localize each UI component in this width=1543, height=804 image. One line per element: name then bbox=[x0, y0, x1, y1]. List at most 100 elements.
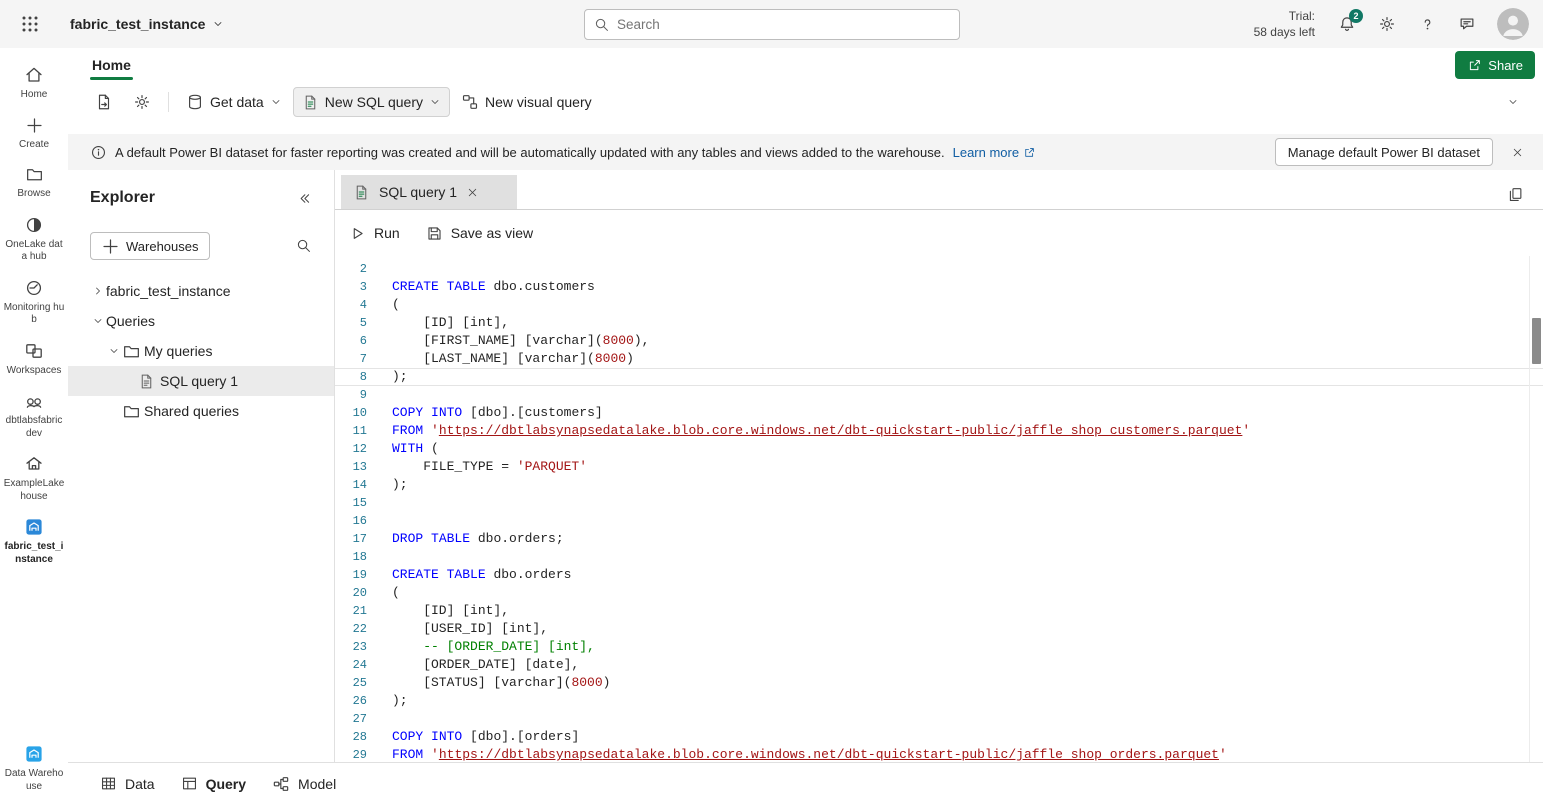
tree-item-shared-queries[interactable]: Shared queries bbox=[68, 396, 334, 426]
help-button[interactable] bbox=[1411, 8, 1443, 40]
explorer-collapse-button[interactable] bbox=[288, 182, 320, 214]
new-sql-query-button[interactable]: New SQL query bbox=[293, 87, 450, 117]
code-line-22[interactable]: 22 [USER_ID] [int], bbox=[335, 620, 1543, 638]
search-icon bbox=[594, 17, 610, 33]
new-visual-query-label: New visual query bbox=[485, 94, 592, 110]
rail-item-monitoring-hub[interactable]: Monitoring hub bbox=[1, 271, 67, 334]
folder-icon bbox=[122, 402, 144, 421]
settings-button[interactable] bbox=[1371, 8, 1403, 40]
code-line-19[interactable]: 19CREATE TABLE dbo.orders bbox=[335, 566, 1543, 584]
manage-dataset-button[interactable]: Manage default Power BI dataset bbox=[1275, 138, 1493, 166]
rail-item-onelake-data-hub[interactable]: OneLake data hub bbox=[1, 208, 67, 271]
tab-sql-query-1[interactable]: SQL query 1 bbox=[341, 175, 517, 209]
line-number: 5 bbox=[335, 314, 367, 332]
rail-item-label: fabric_test_instance bbox=[3, 541, 65, 566]
search-box[interactable] bbox=[584, 9, 960, 40]
rail-item-fabric-test-instance[interactable]: fabric_test_instance bbox=[1, 510, 67, 573]
app-launcher-button[interactable] bbox=[14, 8, 46, 40]
save-as-view-button[interactable]: Save as view bbox=[426, 225, 533, 242]
code-line-10[interactable]: 10COPY INTO [dbo].[customers] bbox=[335, 404, 1543, 422]
code-editor[interactable]: 23CREATE TABLE dbo.customers4(5 [ID] [in… bbox=[335, 256, 1543, 762]
code-line-18[interactable]: 18 bbox=[335, 548, 1543, 566]
bottom-tab-query[interactable]: Query bbox=[181, 775, 246, 792]
tree-item-fabric-test-instance[interactable]: fabric_test_instance bbox=[68, 276, 334, 306]
code-line-2[interactable]: 2 bbox=[335, 260, 1543, 278]
new-query-shortcut-button[interactable] bbox=[86, 87, 122, 117]
chevron-down-icon[interactable] bbox=[106, 345, 122, 357]
search-input[interactable] bbox=[617, 17, 950, 32]
code-line-14[interactable]: 14); bbox=[335, 476, 1543, 494]
bottom-tab-data[interactable]: Data bbox=[100, 775, 155, 792]
duplicate-tab-button[interactable] bbox=[1499, 178, 1531, 210]
query-editor-area: SQL query 1 Run bbox=[335, 170, 1543, 762]
editor-scrollbar[interactable] bbox=[1529, 256, 1543, 762]
code-text: ( bbox=[392, 584, 400, 602]
code-text: [ORDER_DATE] [date], bbox=[392, 656, 579, 674]
code-line-24[interactable]: 24 [ORDER_DATE] [date], bbox=[335, 656, 1543, 674]
rail-item-label: Data Warehouse bbox=[3, 768, 65, 793]
code-line-8[interactable]: 8); bbox=[335, 368, 1543, 386]
get-data-button[interactable]: Get data bbox=[177, 87, 291, 117]
share-button[interactable]: Share bbox=[1455, 51, 1535, 79]
rail-item-create[interactable]: Create bbox=[1, 109, 67, 159]
scrollbar-thumb[interactable] bbox=[1532, 318, 1541, 364]
tree-item-sql-query-1[interactable]: SQL query 1 bbox=[68, 366, 334, 396]
feedback-button[interactable] bbox=[1451, 8, 1483, 40]
new-visual-query-button[interactable]: New visual query bbox=[452, 87, 601, 117]
code-line-12[interactable]: 12WITH ( bbox=[335, 440, 1543, 458]
document-new-icon bbox=[95, 93, 113, 111]
warehouse-settings-button[interactable] bbox=[124, 87, 160, 117]
code-line-9[interactable]: 9 bbox=[335, 386, 1543, 404]
workspace-title[interactable]: fabric_test_instance bbox=[70, 16, 224, 32]
tree-item-my-queries[interactable]: My queries bbox=[68, 336, 334, 366]
line-number: 29 bbox=[335, 746, 367, 762]
code-line-11[interactable]: 11FROM 'https://dbtlabsynapsedatalake.bl… bbox=[335, 422, 1543, 440]
code-line-16[interactable]: 16 bbox=[335, 512, 1543, 530]
code-text: ); bbox=[392, 476, 408, 494]
code-line-21[interactable]: 21 [ID] [int], bbox=[335, 602, 1543, 620]
code-line-6[interactable]: 6 [FIRST_NAME] [varchar](8000), bbox=[335, 332, 1543, 350]
code-line-3[interactable]: 3CREATE TABLE dbo.customers bbox=[335, 278, 1543, 296]
code-line-5[interactable]: 5 [ID] [int], bbox=[335, 314, 1543, 332]
code-line-23[interactable]: 23 -- [ORDER_DATE] [int], bbox=[335, 638, 1543, 656]
line-number: 18 bbox=[335, 548, 367, 566]
run-button[interactable]: Run bbox=[349, 225, 400, 242]
rail-item-browse[interactable]: Browse bbox=[1, 158, 67, 208]
notifications-button[interactable]: 2 bbox=[1331, 8, 1363, 40]
rail-item-dbtlabsfabricdev[interactable]: dbtlabsfabricdev bbox=[1, 384, 67, 447]
avatar[interactable] bbox=[1497, 8, 1529, 40]
chevron-right-icon[interactable] bbox=[90, 285, 106, 297]
code-line-26[interactable]: 26); bbox=[335, 692, 1543, 710]
rail-item-examplelakehouse[interactable]: ExampleLakehouse bbox=[1, 447, 67, 510]
code-line-27[interactable]: 27 bbox=[335, 710, 1543, 728]
code-line-4[interactable]: 4( bbox=[335, 296, 1543, 314]
banner-wrap: A default Power BI dataset for faster re… bbox=[68, 122, 1543, 170]
sql-document-icon bbox=[353, 184, 370, 201]
close-tab-icon[interactable] bbox=[466, 186, 479, 199]
ribbon-collapse-button[interactable] bbox=[1497, 86, 1529, 118]
learn-more-link[interactable]: Learn more bbox=[953, 145, 1036, 160]
code-line-25[interactable]: 25 [STATUS] [varchar](8000) bbox=[335, 674, 1543, 692]
code-line-13[interactable]: 13 FILE_TYPE = 'PARQUET' bbox=[335, 458, 1543, 476]
tree-item-queries[interactable]: Queries bbox=[68, 306, 334, 336]
tab-home[interactable]: Home bbox=[84, 48, 139, 82]
rail-item-workspaces[interactable]: Workspaces bbox=[1, 334, 67, 385]
rail-item-data-warehouse[interactable]: Data Warehouse bbox=[1, 737, 67, 800]
rail-item-home[interactable]: Home bbox=[1, 58, 67, 109]
code-line-20[interactable]: 20( bbox=[335, 584, 1543, 602]
tree-item-label: Shared queries bbox=[144, 403, 239, 419]
code-line-29[interactable]: 29FROM 'https://dbtlabsynapsedatalake.bl… bbox=[335, 746, 1543, 762]
add-warehouses-button[interactable]: Warehouses bbox=[90, 232, 210, 260]
chevron-down-icon[interactable] bbox=[90, 315, 106, 327]
explorer-search-button[interactable] bbox=[288, 230, 320, 262]
ribbon-tabs: Home Share bbox=[68, 48, 1543, 82]
rail-item-label: Create bbox=[3, 139, 65, 152]
code-line-28[interactable]: 28COPY INTO [dbo].[orders] bbox=[335, 728, 1543, 746]
plus-icon bbox=[101, 237, 120, 256]
code-line-15[interactable]: 15 bbox=[335, 494, 1543, 512]
ribbon-toolbar: Get data New SQL query New visual query bbox=[68, 82, 1543, 122]
banner-close-button[interactable] bbox=[1501, 136, 1533, 168]
bottom-tab-model[interactable]: Model bbox=[272, 775, 336, 793]
code-line-17[interactable]: 17DROP TABLE dbo.orders; bbox=[335, 530, 1543, 548]
code-line-7[interactable]: 7 [LAST_NAME] [varchar](8000) bbox=[335, 350, 1543, 368]
